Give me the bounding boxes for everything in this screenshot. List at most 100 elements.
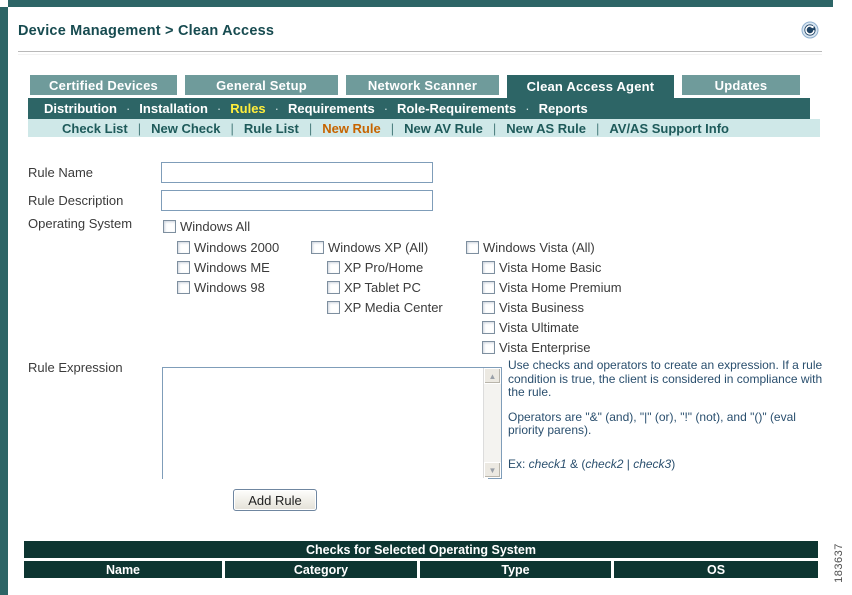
subnav-item-installation[interactable]: Installation	[139, 101, 208, 116]
rule-name-input[interactable]	[161, 162, 433, 183]
xp-tablet-pc-checkbox[interactable]	[327, 281, 340, 294]
subnav-item-distribution[interactable]: Distribution	[44, 101, 117, 116]
checkbox-label: Windows ME	[194, 260, 270, 275]
rule-expression-label: Rule Expression	[28, 360, 123, 375]
os-checkbox-windows-all[interactable]: Windows All	[163, 219, 250, 234]
checks-table-header-type: Type	[420, 561, 611, 578]
rulesnav-item-new-check[interactable]: New Check	[151, 121, 220, 136]
tab-clean-access-agent[interactable]: Clean Access Agent	[507, 75, 674, 98]
operating-system-label: Operating System	[28, 216, 133, 231]
rulesnav-item-new-av-rule[interactable]: New AV Rule	[404, 121, 483, 136]
title-divider	[18, 51, 822, 55]
tab-certified-devices[interactable]: Certified Devices	[30, 75, 177, 95]
rule-expression-box: ▲ ▼	[162, 367, 502, 482]
subnav-bar: Distribution · Installation · Rules · Re…	[28, 98, 810, 119]
os-checkbox-vista-enterprise[interactable]: Vista Enterprise	[482, 340, 591, 355]
subnav-separator: ·	[525, 101, 530, 116]
rulesnav-separator: |	[595, 120, 600, 136]
checks-table-title: Checks for Selected Operating System	[24, 541, 818, 558]
checkbox-label: Windows XP (All)	[328, 240, 429, 255]
checkbox-label: Windows 98	[194, 280, 265, 295]
os-checkbox-vista-home-premium[interactable]: Vista Home Premium	[482, 280, 622, 295]
add-rule-button[interactable]: Add Rule	[233, 489, 317, 511]
vista-home-premium-checkbox[interactable]	[482, 281, 495, 294]
checkbox-label: Vista Home Premium	[499, 280, 622, 295]
scroll-up-button[interactable]: ▲	[484, 368, 501, 384]
rule-expression-textarea[interactable]	[163, 368, 488, 482]
checkbox-label: XP Pro/Home	[344, 260, 424, 275]
rulesnav-item-rule-list[interactable]: Rule List	[244, 121, 299, 136]
checkbox-label: Vista Business	[499, 300, 585, 315]
rulesnav-item-new-as-rule[interactable]: New AS Rule	[506, 121, 586, 136]
os-checkbox-xp-pro-home[interactable]: XP Pro/Home	[327, 260, 423, 275]
os-checkbox-vista-ultimate[interactable]: Vista Ultimate	[482, 320, 579, 335]
os-checkbox-xp-media-center[interactable]: XP Media Center	[327, 300, 443, 315]
rulesnav-separator: |	[390, 120, 395, 136]
rule-expression-scrollbar[interactable]: ▲ ▼	[483, 368, 501, 478]
subnav-item-requirements[interactable]: Requirements	[288, 101, 375, 116]
tab-updates[interactable]: Updates	[682, 75, 800, 95]
subnav-separator: ·	[125, 101, 131, 116]
help-paragraph-1: Use checks and operators to create an ex…	[508, 358, 823, 399]
refresh-icon[interactable]	[801, 21, 819, 39]
checkbox-label: XP Media Center	[344, 300, 443, 315]
os-checkbox-windows-xp-all[interactable]: Windows XP (All)	[311, 240, 428, 255]
subnav-item-reports[interactable]: Reports	[539, 101, 588, 116]
subnav-item-rules[interactable]: Rules	[230, 101, 265, 116]
vista-enterprise-checkbox[interactable]	[482, 341, 495, 354]
rulesnav-item-av-as-support-info[interactable]: AV/AS Support Info	[609, 121, 729, 136]
os-checkbox-windows-vista-all[interactable]: Windows Vista (All)	[466, 240, 595, 255]
windows-all-checkbox[interactable]	[163, 220, 176, 233]
rule-description-label: Rule Description	[28, 193, 124, 208]
top-accent-bar	[8, 0, 833, 7]
rulesnav-separator: |	[230, 120, 234, 136]
xp-media-center-checkbox[interactable]	[327, 301, 340, 314]
xp-pro-home-checkbox[interactable]	[327, 261, 340, 274]
windows-2000-checkbox[interactable]	[177, 241, 190, 254]
rule-name-label: Rule Name	[28, 165, 94, 180]
vista-business-checkbox[interactable]	[482, 301, 495, 314]
os-checkbox-vista-business[interactable]: Vista Business	[482, 300, 584, 315]
subnav-separator: ·	[383, 101, 389, 116]
rules-nav-bar: Check List | New Check | Rule List | New…	[28, 119, 820, 137]
checkbox-label: Windows Vista (All)	[483, 240, 595, 255]
checks-table-header-os: OS	[614, 561, 818, 578]
windows-xp-all-checkbox[interactable]	[311, 241, 324, 254]
help-paragraph-2: Operators are "&" (and), "|" (or), "!" (…	[508, 409, 796, 437]
windows-98-checkbox[interactable]	[177, 281, 190, 294]
checkbox-label: Vista Home Basic	[499, 260, 602, 275]
page-canvas: Device Management > Clean Access Certifi…	[0, 0, 852, 595]
os-checkbox-windows-me[interactable]: Windows ME	[177, 260, 270, 275]
rulesnav-item-check-list[interactable]: Check List	[62, 121, 128, 136]
os-checkbox-xp-tablet-pc[interactable]: XP Tablet PC	[327, 280, 421, 295]
figure-number: 183637	[833, 543, 845, 583]
checks-table-header-category: Category	[225, 561, 417, 578]
vista-home-basic-checkbox[interactable]	[482, 261, 495, 274]
scroll-down-button[interactable]: ▼	[484, 462, 501, 478]
windows-me-checkbox[interactable]	[177, 261, 190, 274]
os-checkbox-windows-2000[interactable]: Windows 2000	[177, 240, 279, 255]
os-checkbox-windows-98[interactable]: Windows 98	[177, 280, 265, 295]
tab-network-scanner[interactable]: Network Scanner	[346, 75, 499, 95]
checkbox-label: Windows 2000	[194, 240, 280, 255]
help-example: Ex: check1 & (check2 | check3)	[508, 456, 676, 471]
rule-expression-help: Use checks and operators to create an ex…	[508, 358, 834, 482]
vista-ultimate-checkbox[interactable]	[482, 321, 495, 334]
windows-vista-all-checkbox[interactable]	[466, 241, 479, 254]
rulesnav-separator: |	[137, 120, 142, 136]
checkbox-label: Vista Enterprise	[499, 340, 591, 355]
left-accent-bar	[0, 7, 8, 595]
subnav-separator: ·	[274, 101, 279, 116]
rule-description-input[interactable]	[161, 190, 433, 211]
tab-general-setup[interactable]: General Setup	[185, 75, 338, 95]
rulesnav-separator: |	[492, 120, 497, 136]
os-checkbox-vista-home-basic[interactable]: Vista Home Basic	[482, 260, 601, 275]
page-title: Device Management > Clean Access	[18, 23, 275, 39]
checks-table-header-name: Name	[24, 561, 222, 578]
rulesnav-separator: |	[308, 120, 313, 136]
rulesnav-item-new-rule[interactable]: New Rule	[322, 121, 381, 136]
checkbox-label: Windows All	[180, 219, 251, 234]
subnav-separator: ·	[216, 101, 222, 116]
subnav-item-role-requirements[interactable]: Role-Requirements	[397, 101, 516, 116]
checkbox-label: XP Tablet PC	[344, 280, 421, 295]
